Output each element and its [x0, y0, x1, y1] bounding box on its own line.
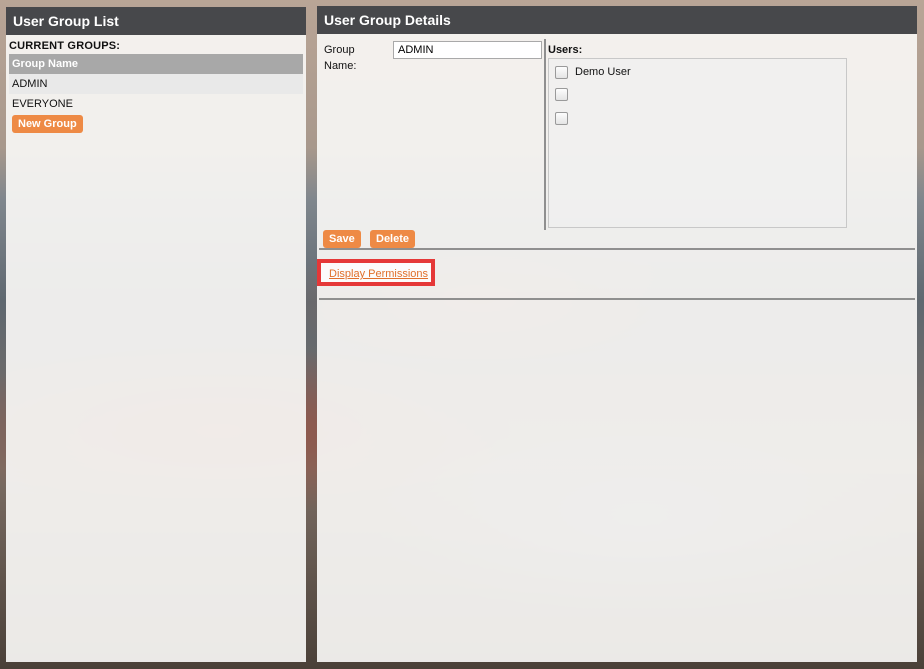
- user-group-list-panel: User Group List CURRENT GROUPS: Group Na…: [6, 7, 306, 662]
- group-name-label: Group Name:: [324, 44, 357, 72]
- current-groups-label: CURRENT GROUPS:: [9, 40, 121, 52]
- user-group-list-title: User Group List: [6, 7, 306, 35]
- users-label: Users:: [548, 44, 583, 56]
- user-group-details-panel: User Group Details Group Name: Users: De…: [317, 6, 917, 662]
- group-row-admin[interactable]: ADMIN: [9, 74, 303, 94]
- groups-table: Group Name ADMIN EVERYONE: [9, 54, 303, 114]
- user-row: Demo User: [555, 63, 631, 81]
- user-name: Demo User: [575, 66, 631, 79]
- user-row: [555, 85, 575, 103]
- group-row-everyone[interactable]: EVERYONE: [9, 94, 303, 114]
- display-permissions-link[interactable]: Display Permissions: [329, 268, 428, 280]
- section-divider: [319, 298, 915, 300]
- user-group-details-title: User Group Details: [317, 6, 917, 34]
- user-checkbox[interactable]: [555, 65, 568, 79]
- section-divider: [319, 248, 915, 250]
- delete-button[interactable]: Delete: [370, 230, 416, 248]
- group-name-input[interactable]: [393, 41, 542, 59]
- group-name-column-header: Group Name: [9, 54, 303, 74]
- save-button[interactable]: Save: [323, 230, 361, 248]
- user-row: [555, 109, 575, 127]
- users-list: Demo User: [548, 58, 847, 228]
- new-group-button[interactable]: New Group: [12, 115, 83, 133]
- vertical-divider: [544, 39, 546, 230]
- user-checkbox[interactable]: [555, 87, 568, 101]
- user-checkbox[interactable]: [555, 111, 568, 125]
